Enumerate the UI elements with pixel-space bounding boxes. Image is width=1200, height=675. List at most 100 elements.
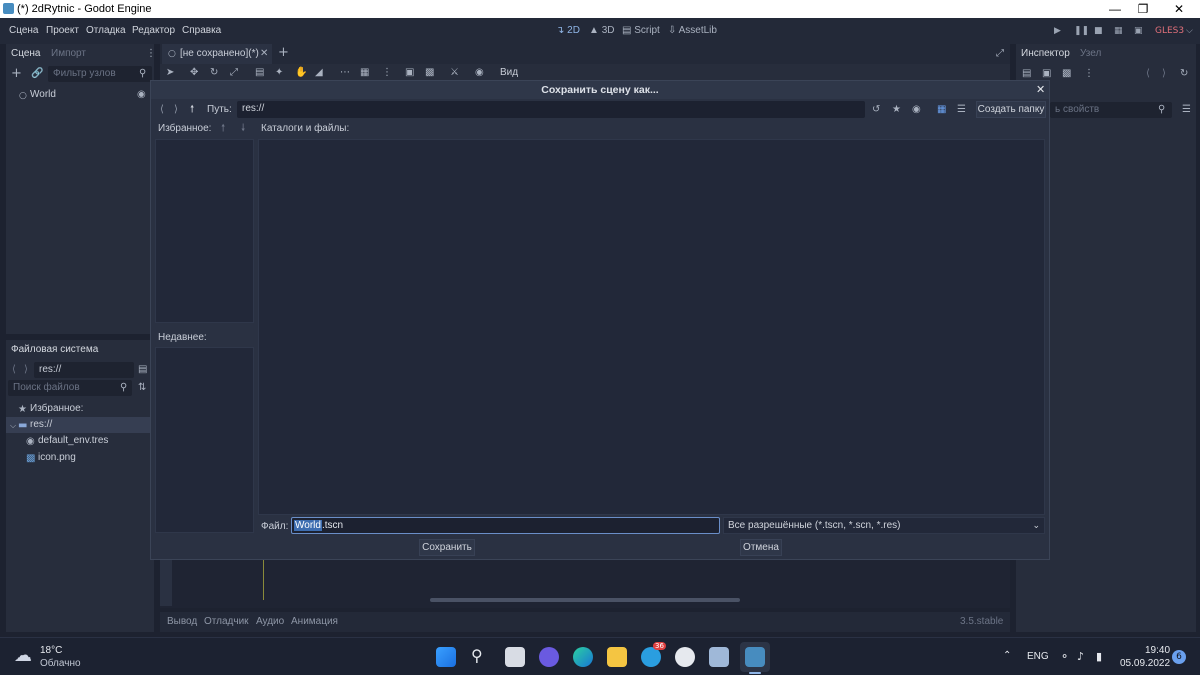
tab-animation[interactable]: Анимация	[291, 616, 338, 627]
stop-icon[interactable]: ■	[1094, 26, 1103, 36]
menu-project[interactable]: Проект	[46, 25, 79, 36]
back-arrow-icon[interactable]: ⟨	[12, 364, 16, 376]
sort-icon[interactable]: ⇅	[138, 382, 146, 394]
grid-snap-icon[interactable]: ▦	[360, 67, 369, 79]
tab-import[interactable]: Импорт	[51, 48, 86, 59]
mode-3d-tab[interactable]: ▲ 3D	[589, 25, 614, 36]
dock-menu-icon[interactable]: ⋮	[146, 48, 156, 60]
move-down-icon[interactable]: 🠗	[241, 123, 245, 135]
godot-app-icon[interactable]	[745, 647, 765, 667]
open-resource-icon[interactable]: ▣	[1042, 68, 1051, 80]
forward-arrow-icon[interactable]: ⟩	[24, 364, 28, 376]
search-icon[interactable]: ⚲	[471, 646, 483, 665]
play-scene-icon[interactable]: ▦	[1114, 26, 1123, 36]
close-window-icon[interactable]: ✕	[1164, 1, 1194, 17]
close-dialog-icon[interactable]: ✕	[1036, 84, 1045, 96]
history-forward-icon[interactable]: ⟩	[1162, 68, 1166, 80]
filesystem-title[interactable]: Файловая система	[11, 344, 98, 355]
save-resource-icon[interactable]: ▩	[1062, 68, 1071, 80]
grid-view-icon[interactable]: ▦	[937, 104, 946, 116]
split-mode-icon[interactable]: ▤	[138, 364, 147, 376]
tree-item-res[interactable]: res://	[30, 419, 52, 430]
save-button[interactable]: Сохранить	[419, 539, 475, 556]
recent-list[interactable]	[155, 347, 254, 533]
wifi-icon[interactable]: ⚬	[1060, 650, 1069, 663]
file-search-input[interactable]: Поиск файлов	[8, 380, 132, 396]
weather-desc[interactable]: Облачно	[40, 658, 81, 669]
mode-script-tab[interactable]: ▤ Script	[622, 25, 660, 36]
filesystem-path[interactable]: res://	[34, 362, 134, 378]
renderer-chevron-icon[interactable]: ⌵	[1186, 26, 1193, 36]
file-name-input[interactable]: World.tscn	[291, 517, 720, 534]
tree-item-default-env[interactable]: default_env.tres	[38, 435, 108, 446]
photos-icon[interactable]	[709, 647, 729, 667]
media-player-icon[interactable]	[675, 647, 695, 667]
list-view-icon[interactable]: ☰	[957, 104, 966, 116]
visibility-icon[interactable]: ◉	[137, 89, 146, 101]
view-menu[interactable]: Вид	[500, 67, 518, 78]
tab-inspector[interactable]: Инспектор	[1021, 48, 1070, 59]
add-node-icon[interactable]: +	[11, 67, 22, 80]
start-icon[interactable]	[436, 647, 456, 667]
play-icon[interactable]: ▶	[1054, 26, 1061, 36]
mode-2d-tab[interactable]: ↴ 2D	[556, 25, 580, 36]
weather-temp[interactable]: 18°C	[40, 645, 62, 656]
path-input[interactable]: res://	[237, 101, 865, 118]
tree-row-selected[interactable]	[6, 417, 154, 433]
tree-node-world[interactable]: World	[30, 89, 56, 100]
link-icon[interactable]: 🔗	[31, 68, 43, 80]
menu-editor[interactable]: Редактор	[132, 25, 175, 36]
back-arrow-icon[interactable]: ⟨	[160, 104, 164, 116]
close-tab-icon[interactable]: ✕	[260, 48, 268, 60]
tree-item-icon-png[interactable]: icon.png	[38, 452, 76, 463]
minimize-icon[interactable]: —	[1100, 1, 1130, 17]
volume-icon[interactable]: ♪	[1077, 650, 1084, 663]
lock-icon[interactable]: ▣	[405, 67, 414, 79]
maximize-icon[interactable]: ❐	[1128, 1, 1158, 17]
select-tool-icon[interactable]: ➤	[166, 67, 174, 79]
rotate-tool-icon[interactable]: ↻	[210, 67, 218, 79]
group-icon[interactable]: ▩	[425, 67, 434, 79]
clock-date[interactable]: 05.09.2022	[1120, 658, 1170, 669]
resource-menu-icon[interactable]: ⋮	[1084, 68, 1094, 80]
inspector-options-icon[interactable]: ☰	[1182, 104, 1191, 116]
forward-arrow-icon[interactable]: ⟩	[174, 104, 178, 116]
history-icon[interactable]: ↻	[1180, 68, 1188, 80]
menu-debug[interactable]: Отладка	[86, 25, 126, 36]
property-filter-input[interactable]: ь свойств	[1050, 102, 1172, 118]
list-select-icon[interactable]: ▤	[255, 67, 264, 79]
chevron-up-icon[interactable]: ⌃	[1003, 650, 1011, 661]
renderer-badge[interactable]: GLES3	[1155, 26, 1184, 36]
create-folder-button[interactable]: Создать папку	[976, 101, 1046, 118]
refresh-icon[interactable]: ↺	[872, 104, 880, 116]
play-custom-icon[interactable]: ▣	[1134, 26, 1143, 36]
distraction-free-icon[interactable]: ⤢	[996, 48, 1004, 60]
chevron-down-icon[interactable]: ⌵	[10, 420, 16, 432]
cancel-button[interactable]: Отмена	[740, 539, 782, 556]
filter-select[interactable]: Все разрешённые (*.tscn, *.scn, *.res) ⌄	[723, 517, 1045, 534]
favorite-star-icon[interactable]: ★	[892, 104, 901, 116]
tab-debugger[interactable]: Отладчик	[204, 616, 249, 627]
mode-assetlib-tab[interactable]: ⇩ AssetLib	[668, 25, 717, 36]
ruler-tool-icon[interactable]: ◢	[315, 67, 323, 79]
files-list[interactable]	[258, 139, 1045, 515]
chat-icon[interactable]	[539, 647, 559, 667]
show-hidden-icon[interactable]: ◉	[912, 104, 921, 116]
smart-snap-icon[interactable]: ⋯	[340, 67, 350, 79]
notification-badge[interactable]: 6	[1172, 650, 1186, 664]
telegram-icon[interactable]	[641, 647, 661, 667]
scale-tool-icon[interactable]: ⤢	[230, 67, 238, 79]
tab-scene[interactable]: Сцена	[11, 48, 40, 59]
edge-icon[interactable]	[573, 647, 593, 667]
history-back-icon[interactable]: ⟨	[1146, 68, 1150, 80]
menu-help[interactable]: Справка	[182, 25, 221, 36]
battery-icon[interactable]: ▮	[1096, 650, 1102, 663]
move-tool-icon[interactable]: ✥	[190, 67, 198, 79]
camera-icon[interactable]: ◉	[475, 67, 484, 79]
pivot-icon[interactable]: ✦	[275, 67, 283, 79]
parent-folder-icon[interactable]: 🠕	[190, 104, 194, 116]
tab-audio[interactable]: Аудио	[256, 616, 284, 627]
menu-scene[interactable]: Сцена	[9, 25, 38, 36]
skeleton-icon[interactable]: ⚔	[450, 67, 459, 79]
language-indicator[interactable]: ENG	[1027, 651, 1049, 662]
